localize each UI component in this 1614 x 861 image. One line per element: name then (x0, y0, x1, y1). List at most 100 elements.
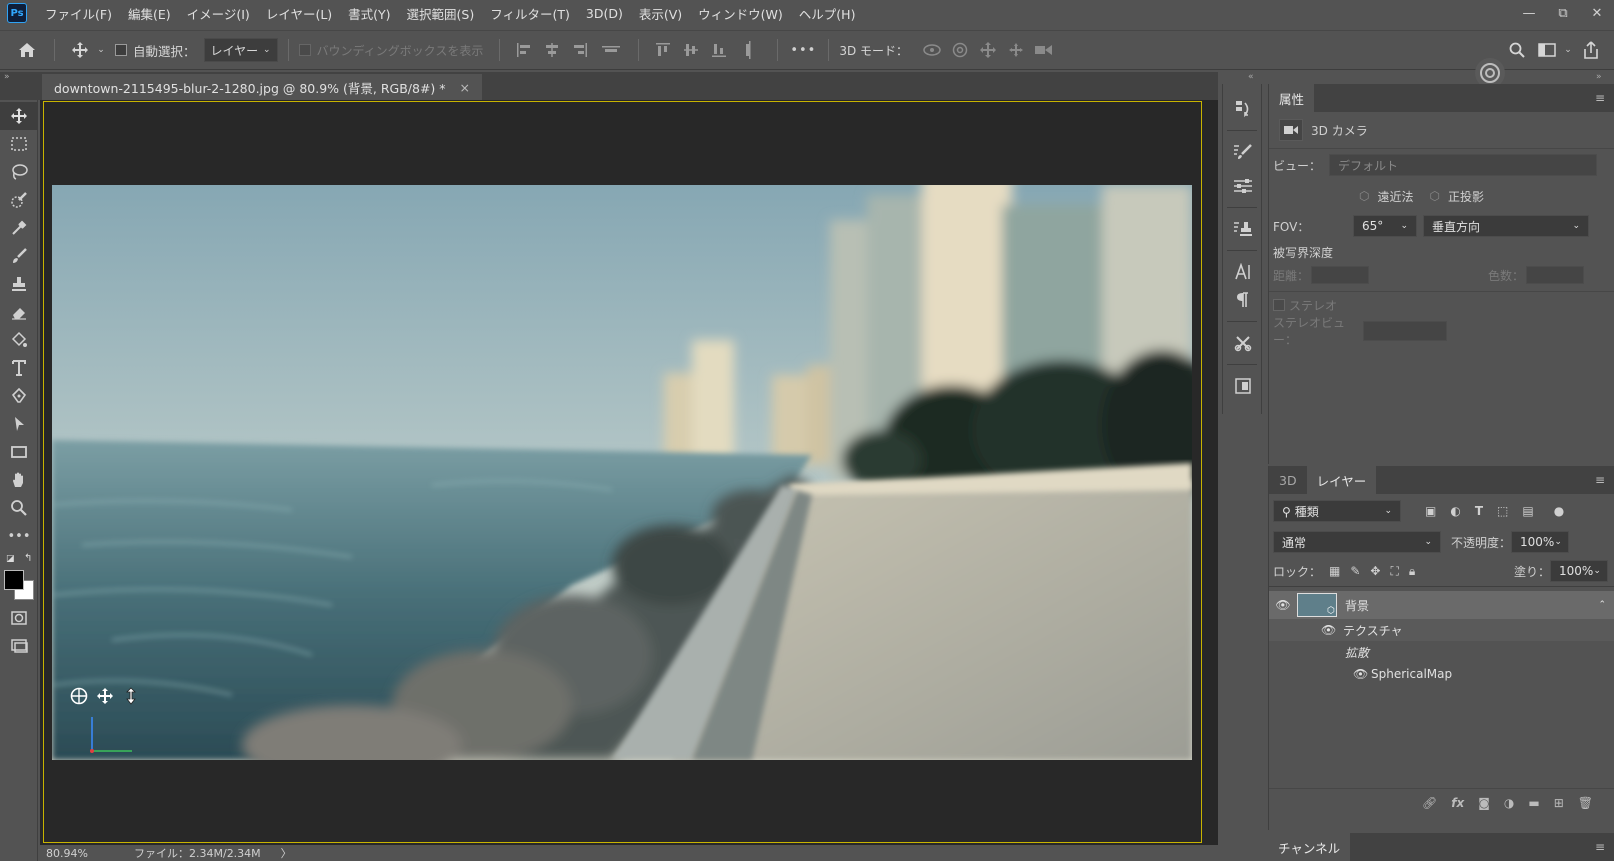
clone-source-icon[interactable] (1223, 212, 1263, 246)
pan-widget-icon[interactable] (96, 687, 114, 705)
more-tools-icon[interactable]: ••• (0, 522, 38, 550)
texture-visibility-eye-icon[interactable]: 👁︎ (1321, 623, 1343, 637)
marquee-tool-icon[interactable] (0, 130, 38, 158)
menu-layer[interactable]: レイヤー(L) (258, 4, 340, 23)
paragraph-panel-icon[interactable] (1223, 283, 1263, 317)
distribute-horizontal-icon[interactable] (594, 36, 628, 64)
workspace-chevron-icon[interactable]: ⌄ (1562, 36, 1574, 64)
panel-menu-icon[interactable]: ≡ (1586, 84, 1614, 112)
navigator-icon[interactable] (1223, 369, 1263, 403)
stereo-checkbox[interactable] (1273, 299, 1285, 311)
type-tool-icon[interactable] (0, 354, 38, 382)
search-icon[interactable] (1502, 36, 1532, 64)
menu-help[interactable]: ヘルプ(H) (791, 4, 864, 23)
chevron-down-icon[interactable]: ⌄ (95, 36, 107, 64)
orbit-widget-icon[interactable] (70, 687, 88, 705)
screen-mode-icon[interactable] (0, 632, 38, 660)
auto-select-target-dropdown[interactable]: レイヤー ⌄ (203, 38, 278, 62)
slide-3d-icon[interactable] (1002, 36, 1030, 64)
scale-3d-icon[interactable] (1030, 36, 1058, 64)
layer-row-spherical-map[interactable]: 👁︎ SphericalMap (1269, 663, 1614, 685)
menu-3d[interactable]: 3D(D) (578, 6, 631, 21)
zoom-level[interactable]: 80.94% (46, 847, 126, 860)
new-layer-icon[interactable]: ⊞ (1554, 796, 1564, 810)
layer-row-texture[interactable]: 👁︎ テクスチャ (1269, 619, 1614, 641)
rectangle-tool-icon[interactable] (0, 438, 38, 466)
lock-all-icon[interactable]: 🔒︎ (1409, 564, 1415, 579)
more-options-button[interactable]: ••• (788, 36, 818, 64)
home-icon[interactable] (10, 36, 44, 64)
menu-view[interactable]: 表示(V) (631, 4, 690, 23)
status-menu-arrow[interactable]: 〉 (281, 845, 292, 861)
roll-3d-icon[interactable] (946, 36, 974, 64)
zoom-tool-icon[interactable] (0, 494, 38, 522)
paint-bucket-tool-icon[interactable] (0, 326, 38, 354)
lock-position-icon[interactable]: ✥ (1370, 564, 1380, 578)
fov-value-input[interactable]: 65° ⌄ (1353, 215, 1417, 237)
pan-3d-icon[interactable] (974, 36, 1002, 64)
tab-properties[interactable]: 属性 (1269, 84, 1315, 112)
quick-selection-tool-icon[interactable] (0, 186, 38, 214)
blend-mode-dropdown[interactable]: 通常 ⌄ (1273, 531, 1441, 553)
stamp-tool-icon[interactable] (0, 270, 38, 298)
collapse-panels-icon[interactable]: » (1596, 72, 1602, 82)
move-tool-preset-icon[interactable] (65, 36, 95, 64)
minimize-button[interactable]: — (1512, 0, 1546, 26)
channels-panel-menu-icon[interactable]: ≡ (1586, 833, 1614, 861)
filter-smart-object-icon[interactable]: ▤ (1522, 504, 1533, 518)
eyedropper-tool-icon[interactable] (0, 214, 38, 242)
hand-tool-icon[interactable] (0, 466, 38, 494)
delete-layer-icon[interactable]: 🗑︎ (1578, 796, 1593, 810)
distribute-vertical-icon[interactable] (733, 36, 767, 64)
orbit-3d-icon[interactable] (918, 36, 946, 64)
layers-panel-menu-icon[interactable]: ≡ (1586, 466, 1614, 494)
show-bounding-box-checkbox[interactable] (298, 36, 311, 64)
path-selection-tool-icon[interactable] (0, 410, 38, 438)
new-adjustment-layer-icon[interactable]: ◑ (1504, 796, 1514, 810)
menu-type[interactable]: 書式(Y) (340, 4, 398, 23)
fill-input[interactable]: 100% ⌄ (1550, 560, 1608, 582)
opacity-input[interactable]: 100% ⌄ (1511, 531, 1570, 553)
distance-input[interactable] (1311, 266, 1369, 284)
restore-button[interactable]: ⧉ (1546, 0, 1580, 26)
history-panel-icon[interactable] (1223, 92, 1263, 126)
lock-pixels-icon[interactable]: ✎ (1350, 564, 1360, 578)
brush-tool-icon[interactable] (0, 242, 38, 270)
new-group-icon[interactable]: ▬ (1528, 796, 1539, 810)
spherical-map-visibility-eye-icon[interactable]: 👁︎ (1353, 667, 1371, 681)
align-right-icon[interactable] (566, 36, 594, 64)
layer-name[interactable]: 背景 (1345, 597, 1369, 614)
document-image[interactable] (52, 185, 1192, 760)
filter-adjustment-icon[interactable]: ◐ (1450, 504, 1460, 518)
expand-panels-icon[interactable]: « (1248, 72, 1254, 82)
filter-type-icon[interactable]: T (1475, 504, 1483, 518)
menu-file[interactable]: ファイル(F) (37, 4, 120, 23)
share-icon[interactable] (1574, 36, 1608, 64)
link-layers-icon[interactable]: 🔗︎ (1422, 796, 1437, 810)
tab-layers[interactable]: レイヤー (1306, 466, 1377, 494)
close-document-icon[interactable]: × (460, 80, 470, 95)
filter-pixel-icon[interactable]: ▣ (1425, 504, 1436, 518)
align-left-icon[interactable] (510, 36, 538, 64)
filter-shape-icon[interactable]: ⬚ (1497, 504, 1508, 518)
brush-settings-icon[interactable] (1223, 135, 1263, 169)
move-tool-icon[interactable] (0, 102, 38, 130)
perspective-icon[interactable]: ⬡ (1359, 189, 1369, 203)
pen-tool-icon[interactable] (0, 382, 38, 410)
orthographic-icon[interactable]: ⬡ (1430, 189, 1440, 203)
default-colors-icon[interactable]: ◪ (6, 554, 15, 564)
auto-select-checkbox[interactable] (115, 36, 127, 64)
workspace-icon[interactable] (1532, 36, 1562, 64)
foreground-color-swatch[interactable] (4, 570, 24, 590)
filter-toggle-icon[interactable]: ● (1554, 504, 1564, 518)
align-center-icon[interactable] (538, 36, 566, 64)
lasso-tool-icon[interactable] (0, 158, 38, 186)
layer-filter-dropdown[interactable]: ⚲ 種類 ⌄ (1273, 500, 1401, 522)
layer-style-fx-icon[interactable]: fx (1451, 796, 1464, 810)
document-tab[interactable]: downtown-2115495-blur-2-1280.jpg @ 80.9%… (42, 74, 483, 100)
align-middle-icon[interactable] (677, 36, 705, 64)
tab-3d[interactable]: 3D (1269, 466, 1307, 494)
eraser-tool-icon[interactable] (0, 298, 38, 326)
menu-edit[interactable]: 編集(E) (120, 4, 179, 23)
lock-transparency-icon[interactable]: ▦ (1329, 564, 1340, 578)
